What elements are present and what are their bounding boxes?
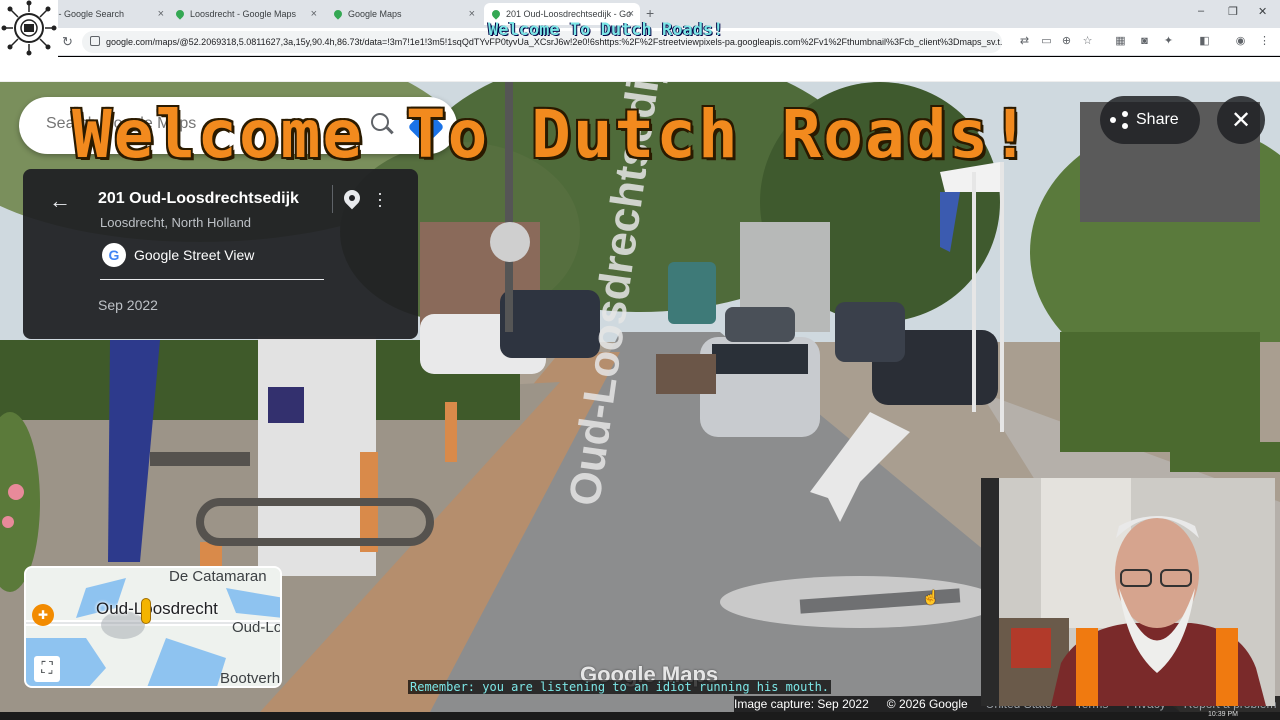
- tab-label: Google Maps: [348, 9, 402, 19]
- minimap-label-bottom: Bootverh: [220, 670, 281, 687]
- share-icon: [1110, 111, 1128, 129]
- extension-grid-icon[interactable]: ▦: [1114, 35, 1127, 48]
- maps-pin-icon: [490, 8, 502, 20]
- mouse-cursor-icon: ☝: [922, 589, 940, 605]
- restore-button[interactable]: ❐: [1228, 5, 1238, 18]
- minimap-label-right: Oud-Lo: [232, 619, 282, 636]
- street-view-info-card: ← 201 Oud-Loosdrechtsedijk Loosdrecht, N…: [23, 169, 418, 339]
- logo-icon: [1, 0, 57, 56]
- webcam-presenter-image: [981, 478, 1275, 706]
- puzzle-icon[interactable]: ✦: [1162, 35, 1175, 48]
- tab-loosdrecht-maps[interactable]: Loosdrecht - Google Maps ×: [168, 3, 323, 25]
- translate-icon[interactable]: ⇄: [1018, 35, 1031, 48]
- more-options-icon[interactable]: · · ·: [375, 184, 385, 214]
- card-divider: [332, 185, 333, 213]
- maps-pin-icon: [332, 8, 344, 20]
- location-pin-icon[interactable]: [340, 186, 364, 210]
- menu-dots-icon[interactable]: ⋮: [1258, 35, 1271, 48]
- share-label: Share: [1136, 111, 1179, 128]
- camera-icon[interactable]: ◙: [1138, 35, 1151, 48]
- cast-icon[interactable]: ▭: [1040, 35, 1053, 48]
- address-title: 201 Oud-Loosdrechtsedijk: [98, 190, 299, 207]
- tab-close-icon[interactable]: ×: [311, 8, 317, 20]
- pegman-icon[interactable]: [141, 598, 151, 624]
- close-street-view-button[interactable]: ✕: [1217, 96, 1265, 144]
- restaurant-icon[interactable]: ✚: [32, 604, 54, 626]
- welcome-overlay-title: Welcome To Dutch Roads!: [72, 96, 1032, 173]
- bookmarks-strip: [0, 57, 1280, 82]
- webcam-overlay: [981, 478, 1275, 706]
- profile-icon[interactable]: ◉: [1234, 35, 1247, 48]
- tab-label: Loosdrecht - Google Maps: [190, 9, 297, 19]
- reload-icon[interactable]: ↻: [62, 34, 73, 50]
- google-logo-icon: G: [102, 243, 126, 267]
- new-tab-button[interactable]: +: [646, 5, 654, 21]
- minimap-label-top: De Catamaran: [169, 568, 267, 585]
- overlay-caption-top: Welcome To Dutch Roads!: [488, 20, 724, 40]
- window-close-button[interactable]: ✕: [1258, 5, 1267, 18]
- capture-date-selector[interactable]: Sep 2022: [98, 297, 158, 313]
- street-view-source: Google Street View: [134, 247, 255, 263]
- tab-close-icon[interactable]: ×: [158, 8, 164, 20]
- zoom-icon[interactable]: ⊕: [1060, 35, 1073, 48]
- site-settings-icon[interactable]: [90, 36, 100, 46]
- minimap-label-main: Oud-Loosdrecht: [96, 599, 218, 618]
- overlay-caption-bottom: Remember: you are listening to an idiot …: [408, 680, 832, 694]
- side-panel-icon[interactable]: ◧: [1198, 35, 1211, 48]
- image-capture-label: Image capture: Sep 2022: [734, 697, 869, 711]
- card-rule: [100, 279, 324, 280]
- taskbar-clock: 10:39 PM: [1208, 711, 1238, 718]
- minimize-button[interactable]: –: [1198, 5, 1204, 17]
- back-arrow-icon[interactable]: ←: [49, 188, 71, 214]
- maps-pin-icon: [174, 8, 186, 20]
- copyright-label: © 2026 Google: [886, 697, 968, 711]
- windows-taskbar: 10:39 PM: [0, 711, 1280, 720]
- share-button[interactable]: Share: [1100, 96, 1200, 144]
- tab-label: 201 Oud-Loosdrechtsedijk - Go: [506, 9, 632, 19]
- expand-map-icon[interactable]: ⛶: [34, 656, 60, 682]
- minimap[interactable]: De Catamaran Oud-Loosdrecht Oud-Lo Bootv…: [24, 566, 282, 688]
- address-subtitle: Loosdrecht, North Holland: [100, 215, 252, 230]
- tab-close-icon[interactable]: ×: [469, 8, 475, 20]
- tab-close-icon[interactable]: ×: [628, 8, 634, 20]
- bookmark-star-icon[interactable]: ☆: [1081, 35, 1094, 48]
- channel-logo: [0, 0, 58, 58]
- tab-google-maps[interactable]: Google Maps ×: [326, 3, 481, 25]
